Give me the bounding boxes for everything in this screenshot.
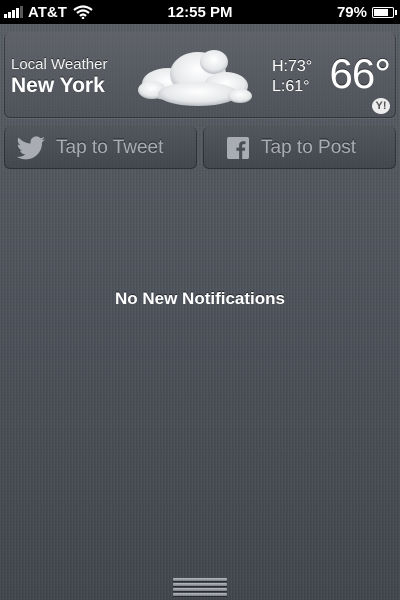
status-bar-left: AT&T <box>4 0 93 24</box>
twitter-bird-icon <box>16 135 46 160</box>
battery-percent: 79% <box>336 3 367 21</box>
weather-city: New York <box>11 74 105 97</box>
weather-temperature: 66° <box>329 50 391 97</box>
facebook-icon <box>227 136 249 159</box>
battery-icon <box>372 6 397 18</box>
drag-handle-icon[interactable] <box>173 578 227 600</box>
carrier-name: AT&T <box>28 3 67 21</box>
weather-label: Local Weather <box>11 56 108 73</box>
share-row: Tap to Tweet Tap to Post <box>4 126 396 170</box>
yahoo-icon[interactable]: Y! <box>372 98 390 114</box>
signal-strength-icon <box>4 6 24 18</box>
tap-to-tweet-label: Tap to Tweet <box>56 136 164 158</box>
weather-high: H:73° <box>272 58 313 75</box>
weather-low: L:61° <box>272 78 310 95</box>
wifi-icon <box>73 5 93 20</box>
status-bar: AT&T 12:55 PM 79% <box>0 0 400 24</box>
status-bar-right: 79% <box>336 0 397 24</box>
tap-to-tweet-button[interactable]: Tap to Tweet <box>4 126 197 169</box>
battery-fill <box>374 8 389 16</box>
tap-to-post-label: Tap to Post <box>261 136 357 158</box>
empty-notifications-message: No New Notifications <box>114 289 285 308</box>
cloud-icon <box>128 40 258 112</box>
weather-widget[interactable]: Local Weather New York H:73° L:61° 66° Y… <box>4 32 396 118</box>
tap-to-post-button[interactable]: Tap to Post <box>203 126 396 169</box>
